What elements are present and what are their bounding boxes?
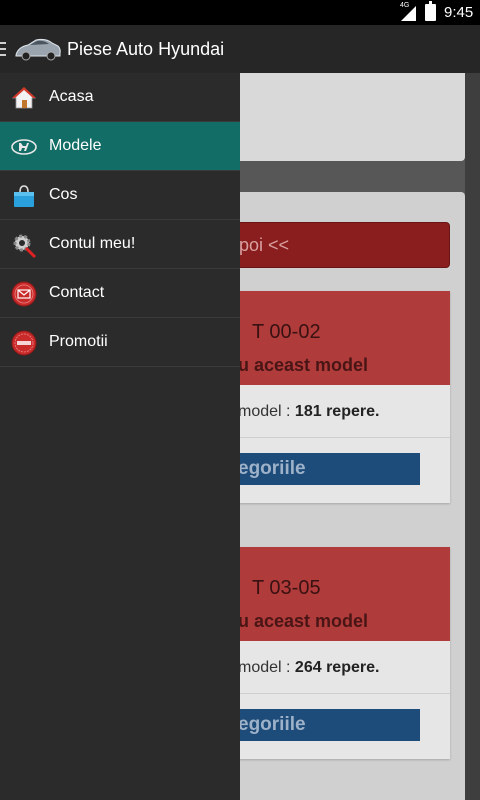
status-bar: 4G 9:45 [0,0,480,25]
drawer-item-label: Contact [49,284,105,301]
drawer-item-label: Modele [49,137,102,154]
top-card [238,73,465,161]
model-part-count: model : 181 repere. [238,403,380,420]
navigation-drawer: Acasa Modele Cos Contul meu! Contact Pro… [0,73,240,800]
model-subtitle: u aceast model [238,355,369,375]
battery-icon [425,1,436,21]
scrollbar[interactable] [465,73,480,800]
settings-icon [13,234,37,258]
hyundai-logo-icon [11,139,37,155]
back-button-label: poi << [239,235,290,255]
model-subtitle: u aceast model [238,611,369,631]
drawer-item-modele[interactable]: Modele [0,122,240,171]
back-button[interactable]: poi << [238,222,450,268]
drawer-item-cos[interactable]: Cos [0,171,240,220]
categories-button[interactable]: egoriile [238,709,420,741]
menu-icon[interactable] [0,42,6,56]
mail-icon [11,281,37,307]
model-card[interactable]: T 03-05 u aceast model model : 264 reper… [238,547,450,759]
drawer-item-promotii[interactable]: Promotii [0,318,240,367]
drawer-item-label: Promotii [49,333,108,350]
drawer-item-label: Acasa [49,88,94,105]
drawer-item-label: Cos [49,186,78,203]
drawer-item-acasa[interactable]: Acasa [0,73,240,122]
signal-icon [401,6,416,21]
drawer-item-contact[interactable]: Contact [0,269,240,318]
model-card-header: T 00-02 u aceast model [238,291,450,385]
drawer-item-contul-meu[interactable]: Contul meu! [0,220,240,269]
app-title: Piese Auto Hyundai [67,39,225,59]
drawer-item-label: Contul meu! [49,235,136,252]
model-name: T 03-05 [252,577,321,599]
home-icon [11,87,37,109]
model-card-header: T 03-05 u aceast model [238,547,450,641]
model-card[interactable]: T 00-02 u aceast model model : 181 reper… [238,291,450,503]
divider [238,693,450,694]
model-part-count: model : 264 repere. [238,659,380,676]
car-logo-icon[interactable] [14,35,62,63]
promo-badge-icon [11,330,37,356]
categories-button[interactable]: egoriile [238,453,420,485]
status-time: 9:45 [444,4,474,21]
divider [238,437,450,438]
action-bar: Piese Auto Hyundai [0,25,480,73]
model-name: T 00-02 [252,321,321,343]
shopping-bag-icon [14,185,34,207]
